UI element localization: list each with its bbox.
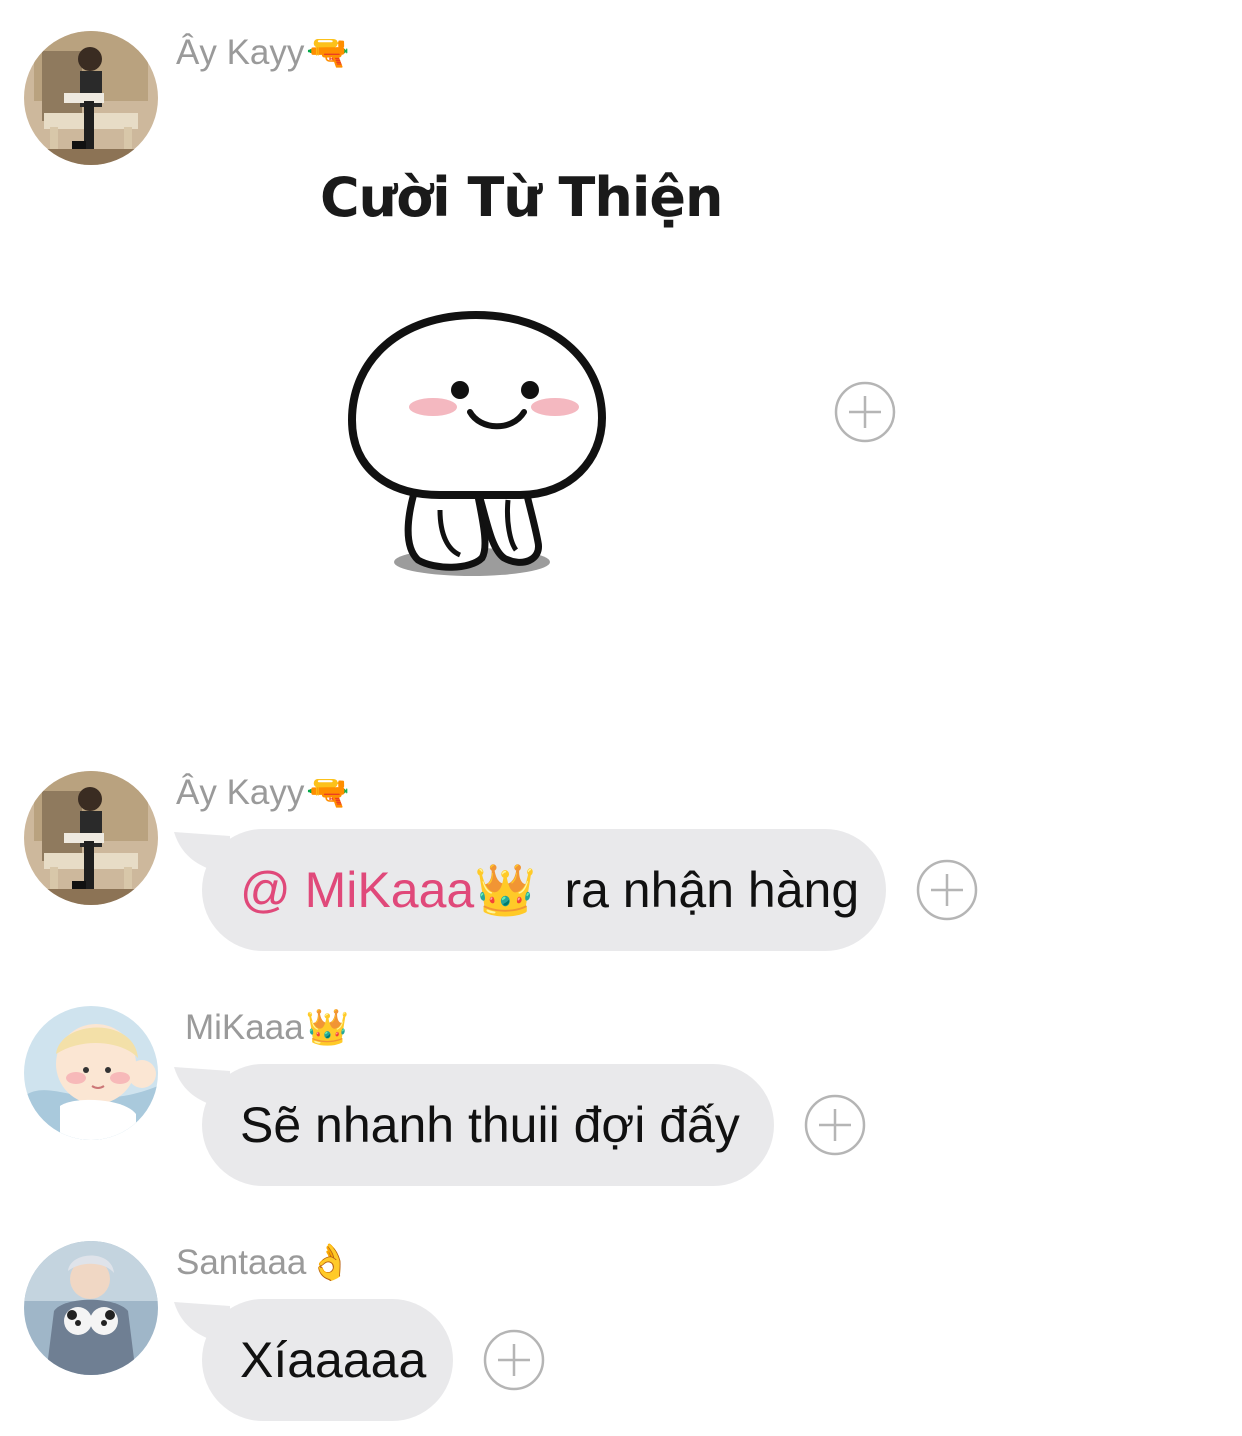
sticker-message[interactable]: Cười Từ Thiện bbox=[290, 150, 723, 620]
avatar-ay-kayy[interactable] bbox=[24, 771, 158, 905]
water-pistol-emoji: 🔫 bbox=[306, 773, 350, 812]
add-reaction-button[interactable] bbox=[834, 381, 896, 443]
plus-circle-icon bbox=[916, 859, 978, 921]
mention-link[interactable]: @ MiKaaa bbox=[240, 861, 474, 919]
plus-circle-icon bbox=[483, 1329, 545, 1391]
plus-circle-icon bbox=[834, 381, 896, 443]
add-reaction-button[interactable] bbox=[804, 1094, 866, 1156]
message-bubble[interactable]: @ MiKaaa 👑 ra nhận hàng bbox=[202, 829, 886, 951]
message-text: Xíaaaaa bbox=[240, 1332, 427, 1388]
sender-name-text: MiKaaa bbox=[185, 1008, 304, 1047]
message-bubble[interactable]: Sẽ nhanh thuii đợi đấy bbox=[202, 1064, 774, 1186]
crown-emoji: 👑 bbox=[305, 1008, 350, 1047]
sender-name: MiKaaa👑 bbox=[185, 1007, 349, 1048]
plus-circle-icon bbox=[804, 1094, 866, 1156]
ok-hand-emoji: 👌 bbox=[308, 1243, 352, 1282]
avatar-ay-kayy[interactable] bbox=[24, 31, 158, 165]
message-text: Sẽ nhanh thuii đợi đấy bbox=[240, 1097, 740, 1153]
avatar-mikaaa[interactable] bbox=[24, 1006, 158, 1140]
sender-name: Ây Kayy🔫 bbox=[176, 772, 350, 813]
water-pistol-emoji: 🔫 bbox=[306, 33, 350, 72]
sender-name-text: Santaaa bbox=[176, 1243, 307, 1282]
sender-name-text: Ây Kayy bbox=[176, 33, 305, 72]
smiling-blob-sticker bbox=[347, 310, 607, 576]
add-reaction-button[interactable] bbox=[483, 1329, 545, 1391]
avatar-santaaa[interactable] bbox=[24, 1241, 158, 1375]
sender-name: Ây Kayy🔫 bbox=[176, 32, 350, 73]
add-reaction-button[interactable] bbox=[916, 859, 978, 921]
sender-name: Santaaa👌 bbox=[176, 1242, 352, 1283]
message-text: ra nhận hàng bbox=[564, 862, 860, 918]
message-bubble[interactable]: Xíaaaaa bbox=[202, 1299, 453, 1421]
sender-name-text: Ây Kayy bbox=[176, 773, 305, 812]
crown-emoji: 👑 bbox=[474, 861, 537, 918]
